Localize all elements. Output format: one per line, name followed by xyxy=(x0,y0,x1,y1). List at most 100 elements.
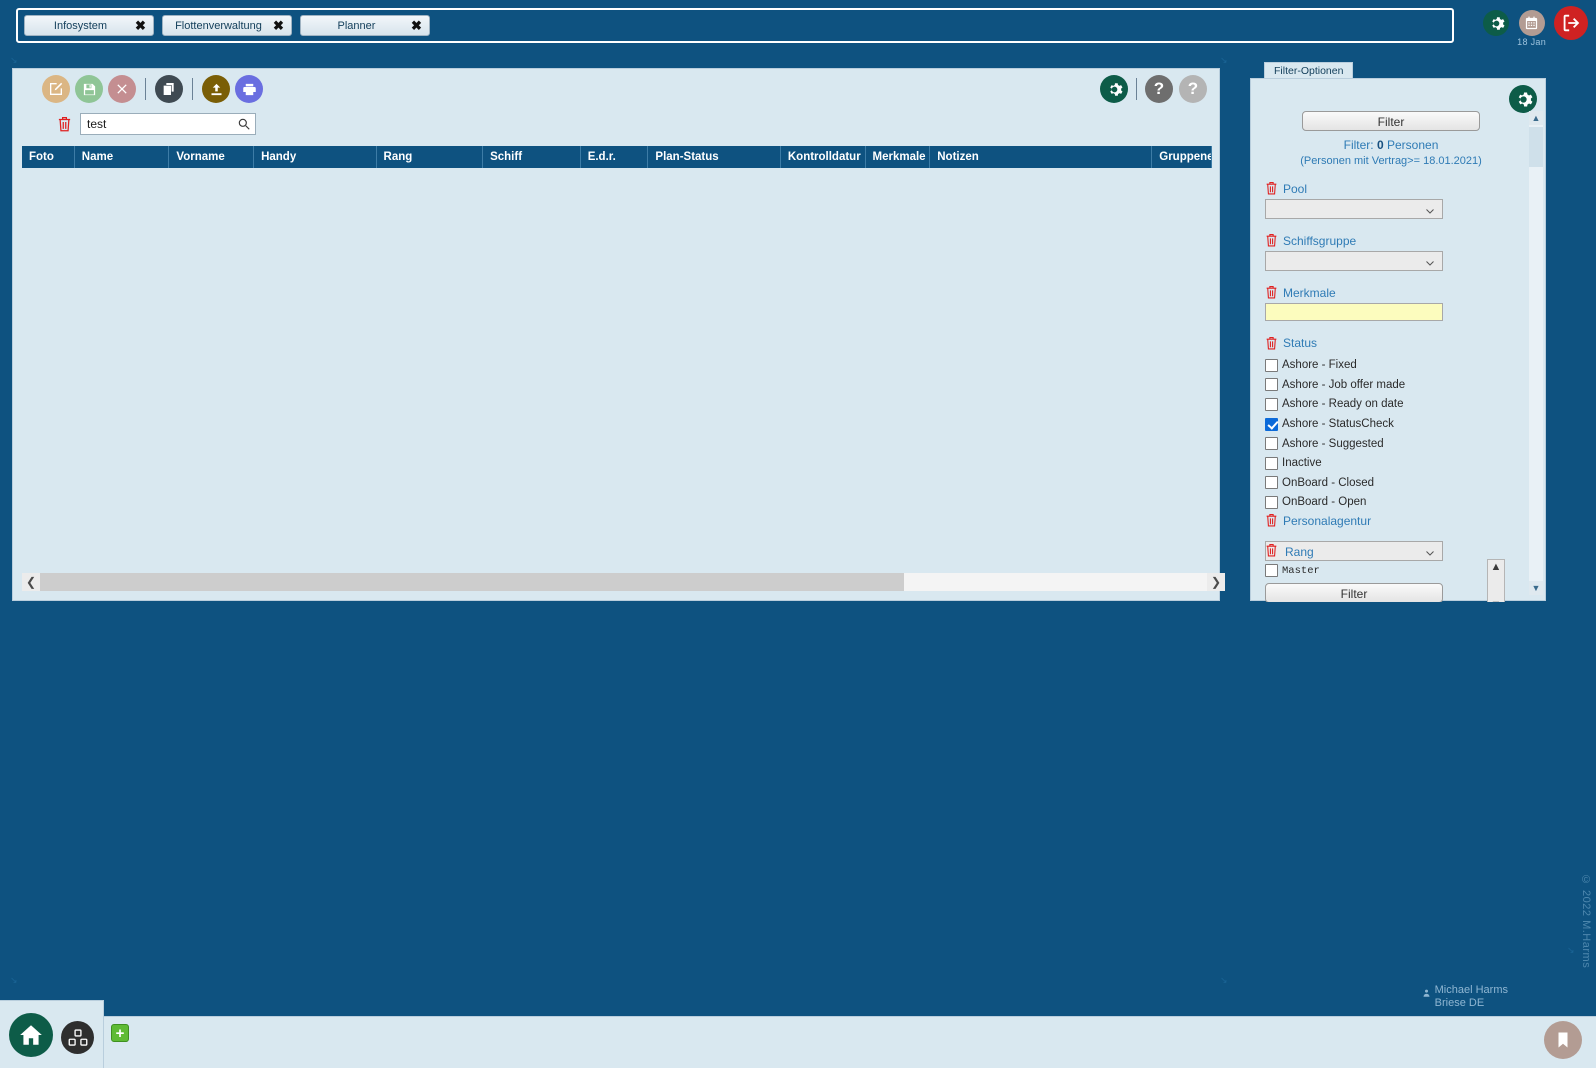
bookmark-icon[interactable] xyxy=(1544,1021,1582,1059)
delete-button[interactable] xyxy=(108,75,136,103)
checkbox[interactable] xyxy=(1265,456,1278,470)
table-column-header[interactable]: Kontrolldatur xyxy=(781,146,866,168)
cubes-icon[interactable] xyxy=(61,1021,94,1054)
help-alt-button[interactable]: ? xyxy=(1179,75,1207,103)
table-column-header[interactable]: Notizen xyxy=(930,146,1153,168)
help-button[interactable]: ? xyxy=(1145,75,1173,103)
schiffsgruppe-select[interactable] xyxy=(1265,251,1443,271)
scroll-down-arrow[interactable]: ▼ xyxy=(1491,598,1502,602)
checkbox[interactable] xyxy=(1265,476,1278,490)
tab-infosystem[interactable]: Infosystem ✖ xyxy=(24,15,154,36)
save-button[interactable] xyxy=(75,75,103,103)
close-icon[interactable]: ✖ xyxy=(134,19,147,32)
filter-button-bottom[interactable]: Filter xyxy=(1265,583,1443,602)
trash-icon[interactable] xyxy=(1265,336,1278,351)
checkbox[interactable] xyxy=(1265,564,1278,578)
status-option[interactable]: Ashore - Suggested xyxy=(1265,434,1517,454)
panel-settings-gear-icon[interactable] xyxy=(1100,75,1128,103)
trash-icon[interactable] xyxy=(1265,181,1278,196)
calendar-icon[interactable] xyxy=(1518,10,1545,36)
table-column-header[interactable]: Foto xyxy=(22,146,75,168)
close-icon[interactable]: ✖ xyxy=(272,19,285,32)
tab-label: Infosystem xyxy=(53,19,108,32)
table-column-header[interactable]: Rang xyxy=(377,146,484,168)
table-column-header[interactable]: Vorname xyxy=(169,146,255,168)
table-column-header[interactable]: Plan-Status xyxy=(648,146,781,168)
search-field-wrapper[interactable] xyxy=(80,113,256,135)
status-option-label: Ashore - Fixed xyxy=(1282,359,1357,372)
status-option-label: Ashore - Suggested xyxy=(1282,437,1384,450)
checkbox[interactable] xyxy=(1265,437,1278,451)
filter-button-top[interactable]: Filter xyxy=(1302,111,1480,131)
status-option-label: Inactive xyxy=(1282,457,1322,470)
status-option-label: Ashore - Ready on date xyxy=(1282,398,1404,411)
trash-icon[interactable] xyxy=(1265,233,1278,248)
scroll-up-arrow[interactable]: ▲ xyxy=(1529,111,1543,125)
status-option[interactable]: OnBoard - Open xyxy=(1265,493,1517,513)
checkbox[interactable] xyxy=(1265,417,1278,431)
rang-list-scrollbar[interactable]: ▲ ▼ xyxy=(1487,559,1505,602)
filter-panel-vertical-scrollbar[interactable]: ▲ ▼ xyxy=(1529,111,1543,595)
tab-label: Flottenverwaltung xyxy=(175,19,262,32)
logout-icon[interactable] xyxy=(1554,6,1588,40)
horizontal-scrollbar[interactable]: ❮ ❯ xyxy=(22,573,1225,591)
pool-select[interactable] xyxy=(1265,199,1443,219)
scrollbar-track[interactable] xyxy=(40,573,1207,591)
scrollbar-thumb[interactable] xyxy=(40,573,904,591)
status-option[interactable]: Inactive xyxy=(1265,453,1517,473)
trash-icon[interactable] xyxy=(1265,285,1278,300)
status-option[interactable]: Ashore - Fixed xyxy=(1265,356,1517,376)
status-option-label: Ashore - StatusCheck xyxy=(1282,418,1394,431)
filter-group-status: Status Ashore - Fixed Ashore - Job offer … xyxy=(1265,336,1517,513)
toolbar-divider xyxy=(1136,78,1137,100)
resize-handle-dot: ↘ xyxy=(1220,975,1228,985)
home-icon[interactable] xyxy=(9,1012,53,1057)
trash-icon[interactable] xyxy=(57,116,72,133)
table-column-header[interactable]: Schiff xyxy=(483,146,581,168)
checkbox[interactable] xyxy=(1265,378,1278,392)
search-input[interactable] xyxy=(81,114,255,134)
scrollbar-thumb[interactable] xyxy=(1529,127,1543,167)
scroll-down-arrow[interactable]: ▼ xyxy=(1529,581,1543,595)
print-button[interactable] xyxy=(235,75,263,103)
settings-gear-icon[interactable] xyxy=(1483,10,1510,36)
magnifier-icon[interactable] xyxy=(237,117,251,131)
trash-icon[interactable] xyxy=(1265,543,1280,560)
scroll-right-arrow[interactable]: ❯ xyxy=(1207,573,1225,591)
scroll-up-arrow[interactable]: ▲ xyxy=(1491,560,1502,574)
tab-filter-optionen[interactable]: Filter-Optionen xyxy=(1264,62,1354,78)
table-column-header[interactable]: Gruppeneig xyxy=(1152,146,1213,168)
scroll-left-arrow[interactable]: ❮ xyxy=(22,573,40,591)
add-button[interactable]: + xyxy=(111,1024,129,1042)
close-icon[interactable]: ✖ xyxy=(410,19,423,32)
filter-settings-gear-icon[interactable] xyxy=(1509,85,1537,113)
status-option-label: OnBoard - Closed xyxy=(1282,476,1375,489)
bottom-bar: + xyxy=(104,1016,1596,1068)
table-column-header[interactable]: E.d.r. xyxy=(581,146,649,168)
calendar-widget[interactable]: 18 Jan xyxy=(1517,6,1546,47)
checkbox[interactable] xyxy=(1265,358,1278,372)
trash-icon[interactable] xyxy=(1265,513,1278,528)
status-option[interactable]: OnBoard - Closed xyxy=(1265,473,1517,493)
checkbox[interactable] xyxy=(1265,397,1278,411)
filter-group-rang: Rang Master ▲ ▼ Filter Chief Officer xyxy=(1265,531,1517,602)
upload-button[interactable] xyxy=(202,75,230,103)
tab-flottenverwaltung[interactable]: Flottenverwaltung ✖ xyxy=(162,15,292,36)
table-column-header[interactable]: Merkmale xyxy=(866,146,931,168)
checkbox[interactable] xyxy=(1265,495,1278,509)
table-column-header[interactable]: Name xyxy=(75,146,170,168)
status-option[interactable]: Ashore - Job offer made xyxy=(1265,375,1517,395)
panel-toolbar: ? ? xyxy=(13,69,1219,111)
tab-planner[interactable]: Planner ✖ xyxy=(300,15,430,36)
resize-handle-dot: ↘ xyxy=(1220,55,1228,65)
copy-button[interactable] xyxy=(155,75,183,103)
person-table: Foto Name Vorname Handy Rang Schiff E.d.r. Plan… xyxy=(22,146,1213,571)
edit-button[interactable] xyxy=(42,75,70,103)
copyright-label: © 2022 M.Harms xyxy=(1580,873,1592,968)
status-option[interactable]: Ashore - StatusCheck xyxy=(1265,414,1517,434)
status-option[interactable]: Ashore - Ready on date xyxy=(1265,395,1517,415)
rang-option-master[interactable]: Master xyxy=(1265,564,1320,578)
table-column-header[interactable]: Handy xyxy=(254,146,377,168)
merkmale-input[interactable] xyxy=(1265,303,1443,321)
filter-label-text: Schiffsgruppe xyxy=(1283,233,1357,248)
